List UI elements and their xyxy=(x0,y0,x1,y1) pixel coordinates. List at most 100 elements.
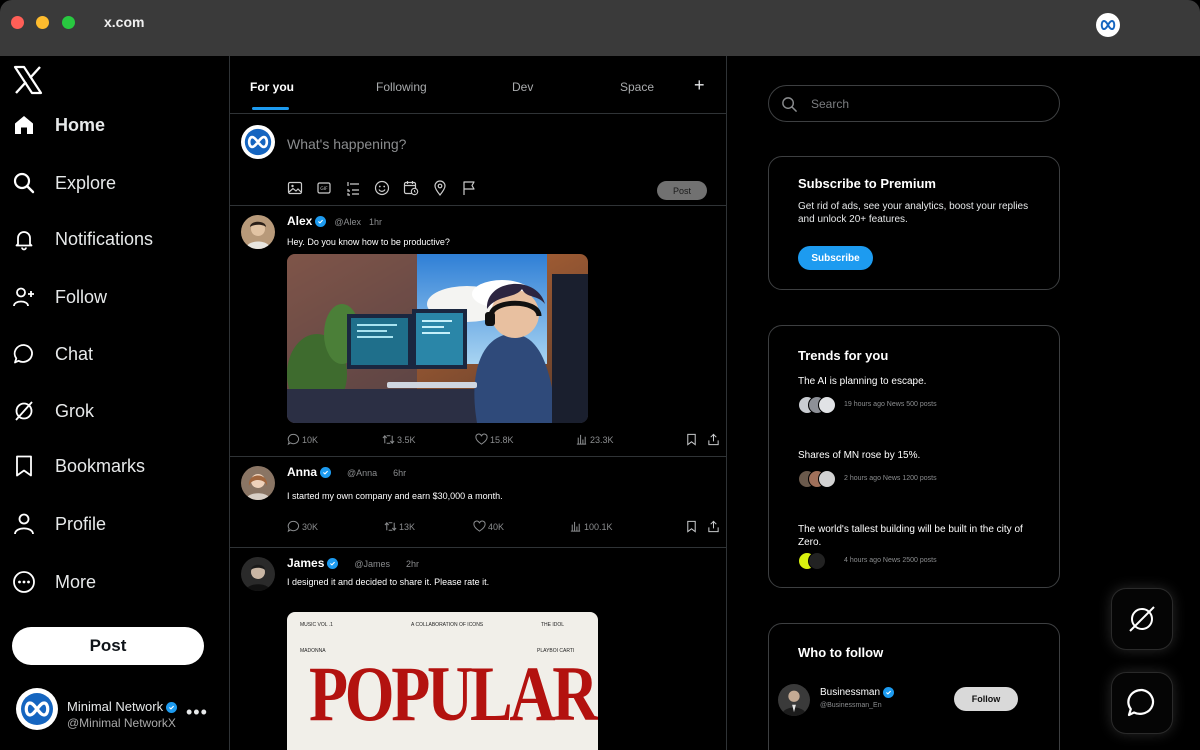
tweet[interactable]: James @James 2hr I designed it and decided… xyxy=(230,549,727,750)
home-icon xyxy=(15,116,33,134)
share-button[interactable] xyxy=(707,433,722,446)
account-more-button[interactable]: ••• xyxy=(186,702,208,723)
svg-text:GIF: GIF xyxy=(320,186,328,192)
trend-item[interactable]: The AI is planning to escape. 19 hours a… xyxy=(798,375,1048,415)
premium-title: Subscribe to Premium xyxy=(798,176,936,191)
author-handle[interactable]: @Alex xyxy=(334,217,361,227)
more-circle-icon xyxy=(13,571,35,593)
sidebar-item-grok[interactable]: Grok xyxy=(12,396,94,426)
main-feed: For you Following Dev Space + What's hap… xyxy=(229,56,727,750)
compose-box: What's happening? GIF Post xyxy=(230,114,727,206)
emoji-button[interactable] xyxy=(374,180,403,196)
repost-button[interactable]: 13K xyxy=(384,520,415,533)
close-window-button[interactable] xyxy=(11,16,24,29)
x-logo-icon[interactable] xyxy=(12,64,44,96)
tweet-image-anime-programmer[interactable] xyxy=(287,254,588,423)
sidebar-item-chat[interactable]: Chat xyxy=(12,339,93,369)
heart-icon xyxy=(473,520,486,532)
poster-top-center: A COLLABORATION OF ICONS xyxy=(411,622,484,628)
search-box[interactable] xyxy=(768,85,1060,122)
avatar[interactable] xyxy=(241,466,275,500)
follow-button[interactable]: Follow xyxy=(954,687,1018,711)
grok-icon xyxy=(15,401,33,421)
gif-button[interactable]: GIF xyxy=(316,180,345,196)
sidebar-item-more[interactable]: More xyxy=(12,567,96,597)
calendar-clock-icon xyxy=(403,181,419,196)
address-bar-url[interactable]: x.com xyxy=(104,14,144,30)
avatar xyxy=(16,688,58,730)
tweet-actions: 30K 13K 40K 100.1K xyxy=(287,520,727,534)
sidebar-item-notifications[interactable]: Notifications xyxy=(12,224,153,254)
views-button[interactable]: 23.3K xyxy=(575,433,614,446)
tab-space[interactable]: Space xyxy=(620,80,654,94)
search-input[interactable] xyxy=(811,94,1041,114)
compose-input[interactable]: What's happening? xyxy=(287,136,406,152)
tweet-actions: 10K 3.5K 15.8K 23.3K xyxy=(287,433,727,447)
author-handle[interactable]: @James xyxy=(354,559,390,569)
tweet-time[interactable]: 2hr xyxy=(406,559,419,569)
avatar[interactable] xyxy=(241,215,275,249)
share-button[interactable] xyxy=(707,520,722,533)
media-button[interactable] xyxy=(287,180,316,196)
poll-button[interactable] xyxy=(345,180,374,196)
account-switcher[interactable]: Minimal Network @Minimal NetworkX ••• xyxy=(16,688,216,732)
tweet-time[interactable]: 1hr xyxy=(369,217,382,227)
reply-button[interactable]: 10K xyxy=(287,433,318,446)
chat-bubble-icon xyxy=(13,344,33,364)
sidebar-item-profile[interactable]: Profile xyxy=(12,509,106,539)
sidebar-item-explore[interactable]: Explore xyxy=(12,168,116,198)
grok-floating-button[interactable] xyxy=(1112,589,1172,649)
trend-info: 2 hours ago News 1200 posts xyxy=(844,475,937,482)
views-button[interactable]: 100.1K xyxy=(569,520,613,533)
chat-floating-button[interactable] xyxy=(1112,673,1172,733)
bookmark-button[interactable] xyxy=(685,433,700,446)
repost-icon xyxy=(382,434,395,445)
trend-meta: 19 hours ago News 500 posts xyxy=(798,396,1048,414)
bell-icon xyxy=(15,231,33,251)
browser-profile-avatar[interactable] xyxy=(1096,13,1120,37)
bookmark-button[interactable] xyxy=(685,520,700,533)
post-button[interactable]: Post xyxy=(12,627,204,665)
verified-badge-icon xyxy=(166,702,178,714)
author-handle[interactable]: @Anna xyxy=(347,468,377,478)
right-column: Subscribe to Premium Get rid of ads, see… xyxy=(727,56,1200,750)
like-button[interactable]: 15.8K xyxy=(475,433,514,446)
subscribe-button[interactable]: Subscribe xyxy=(798,246,873,270)
poster-top-left: MUSIC VOL .1 xyxy=(300,622,333,628)
like-button[interactable]: 40K xyxy=(473,520,504,533)
schedule-button[interactable] xyxy=(403,180,432,196)
trend-text: The AI is planning to escape. xyxy=(798,376,927,387)
add-tab-button[interactable]: + xyxy=(694,75,705,96)
tweet-image-poster[interactable]: MUSIC VOL .1 A COLLABORATION OF ICONS TH… xyxy=(287,612,598,750)
tweet-time[interactable]: 6hr xyxy=(393,468,406,478)
tab-for-you[interactable]: For you xyxy=(250,80,294,94)
sidebar-item-bookmarks[interactable]: Bookmarks xyxy=(12,451,145,481)
trend-item[interactable]: The world's tallest building will be bui… xyxy=(798,523,1048,575)
compose-post-button[interactable]: Post xyxy=(657,181,707,200)
minimize-window-button[interactable] xyxy=(36,16,49,29)
suggested-user[interactable]: Businessman @Businessman_En Follow xyxy=(778,684,1048,718)
trend-item[interactable]: Shares of MN rose by 15%. 2 hours ago Ne… xyxy=(798,449,1048,489)
repost-button[interactable]: 3.5K xyxy=(382,433,416,446)
tweet[interactable]: Anna @Anna 6hr I started my own company an… xyxy=(230,458,727,548)
tab-following[interactable]: Following xyxy=(376,80,427,94)
tweet-text: I designed it and decided to share it. P… xyxy=(287,577,490,587)
avatar[interactable] xyxy=(241,557,275,591)
location-button[interactable] xyxy=(432,180,461,196)
analytics-icon xyxy=(570,521,581,532)
location-pin-icon xyxy=(434,180,446,196)
sidebar-item-follow[interactable]: Follow xyxy=(12,282,107,312)
author-name[interactable]: Anna xyxy=(287,465,317,479)
add-person-icon xyxy=(13,287,34,307)
reply-button[interactable]: 30K xyxy=(287,520,318,533)
sidebar-item-label: Profile xyxy=(55,513,107,534)
sidebar-item-home[interactable]: Home xyxy=(12,110,105,140)
author-name[interactable]: James xyxy=(287,556,324,570)
author-name[interactable]: Alex xyxy=(287,214,312,228)
tweet[interactable]: Alex @Alex 1hr Hey. Do you know how to be … xyxy=(230,207,727,457)
maximize-window-button[interactable] xyxy=(62,16,75,29)
flag-button[interactable] xyxy=(461,180,490,196)
trend-text: The world's tallest building will be bui… xyxy=(798,524,1023,548)
tab-dev[interactable]: Dev xyxy=(512,80,533,94)
who-to-follow-card: Who to follow Businessman @Businessman_E… xyxy=(768,623,1060,750)
